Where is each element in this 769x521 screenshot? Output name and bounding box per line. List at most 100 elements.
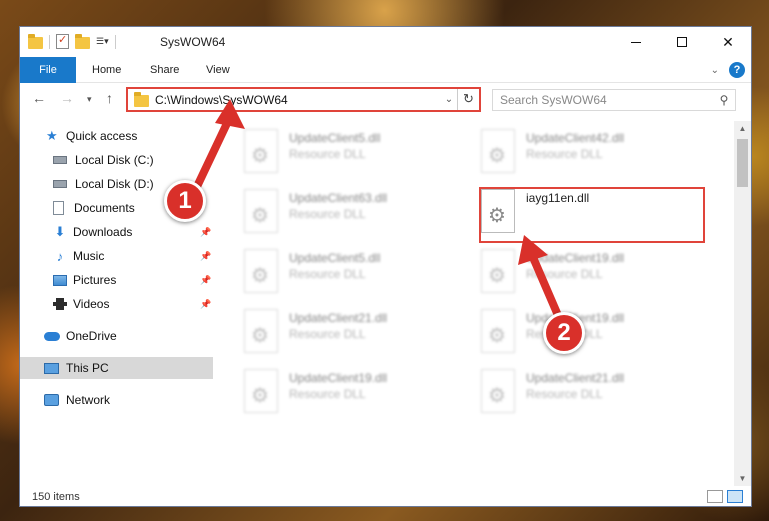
file-type: Resource DLL <box>289 207 366 221</box>
folder-icon <box>134 91 149 107</box>
cloud-icon <box>44 331 60 341</box>
file-tile[interactable]: UpdateClient5.dll Resource DLL <box>244 247 469 301</box>
quick-access-toolbar: ☰▾ <box>28 33 116 49</box>
dll-file-icon <box>244 249 278 293</box>
toolbar-divider <box>114 34 116 49</box>
sidebar-item-label: Documents <box>74 201 135 215</box>
item-count: 150 items <box>32 491 80 503</box>
tab-share[interactable]: Share <box>136 57 193 83</box>
file-type: Resource DLL <box>289 387 366 401</box>
dll-file-icon <box>481 369 515 413</box>
sidebar-item-onedrive[interactable]: OneDrive <box>20 325 213 347</box>
file-name: UpdateClient42.dll <box>526 131 625 145</box>
file-type: Resource DLL <box>289 267 366 281</box>
sidebar-item-label: Network <box>66 393 111 407</box>
dll-file-icon <box>481 129 515 173</box>
file-type: Resource DLL <box>526 387 603 401</box>
file-tile[interactable]: UpdateClient21.dll Resource DLL <box>481 367 706 421</box>
ribbon-controls: ⌄ ? <box>711 62 745 78</box>
sidebar-item-network[interactable]: Network <box>20 389 213 411</box>
recent-locations-icon[interactable]: ▾ <box>87 94 92 105</box>
sidebar-item-label: Downloads <box>73 225 133 239</box>
window-controls: ✕ <box>613 27 751 57</box>
documents-icon <box>53 201 64 215</box>
sidebar-item-downloads[interactable]: ⬇ Downloads 📌 <box>20 221 213 243</box>
videos-icon <box>53 298 67 310</box>
sidebar-item-label: Local Disk (D:) <box>75 177 154 191</box>
file-tile[interactable]: UpdateClient63.dll Resource DLL <box>244 187 469 241</box>
sidebar-item-label: This PC <box>66 361 109 375</box>
pin-icon[interactable]: 📌 <box>200 227 211 238</box>
sidebar-item-label: Music <box>73 249 105 263</box>
new-folder-icon[interactable] <box>75 33 90 49</box>
help-icon[interactable]: ? <box>729 62 745 78</box>
folder-icon[interactable] <box>28 33 43 49</box>
dll-file-icon <box>244 309 278 353</box>
step-badge-1: 1 <box>164 180 206 222</box>
sidebar-item-music[interactable]: ♪ Music 📌 <box>20 245 213 267</box>
properties-icon[interactable] <box>56 33 69 49</box>
expand-ribbon-icon[interactable]: ⌄ <box>711 65 719 76</box>
file-type: Resource DLL <box>289 147 366 161</box>
scroll-up-icon[interactable]: ▲ <box>734 124 751 133</box>
vertical-scrollbar[interactable]: ▲ ▼ <box>734 121 751 486</box>
file-type: Resource DLL <box>289 327 366 341</box>
search-placeholder: Search SysWOW64 <box>500 93 607 107</box>
toolbar-divider <box>49 34 50 49</box>
view-toggle <box>707 490 743 503</box>
file-type: Resource DLL <box>526 147 603 161</box>
status-bar: 150 items <box>20 486 751 508</box>
sidebar-item-label: OneDrive <box>66 329 117 343</box>
forward-arrow-icon[interactable]: → <box>60 90 74 106</box>
ribbon-tabs: File Home Share View ⌄ ? <box>20 57 751 83</box>
tab-view[interactable]: View <box>192 57 244 83</box>
back-arrow-icon[interactable]: ← <box>32 90 46 106</box>
file-name: UpdateClient5.dll <box>289 251 381 265</box>
file-explorer-window: ☰▾ SysWOW64 ✕ File Home Share View ⌄ ? ←… <box>19 26 752 507</box>
refresh-icon[interactable]: ↻ <box>457 89 479 110</box>
pin-icon[interactable]: 📌 <box>200 299 211 310</box>
sidebar-item-label: Quick access <box>66 129 138 143</box>
up-arrow-icon[interactable]: ↑ <box>106 90 113 106</box>
close-button[interactable]: ✕ <box>705 27 751 57</box>
computer-icon <box>44 362 59 374</box>
file-name: UpdateClient19.dll <box>289 371 388 385</box>
title-bar: ☰▾ SysWOW64 ✕ <box>20 27 751 57</box>
address-dropdown-icon[interactable]: ⌄ <box>441 94 457 105</box>
sidebar-item-this-pc[interactable]: This PC <box>20 357 213 379</box>
sidebar-item-pictures[interactable]: Pictures 📌 <box>20 269 213 291</box>
file-tile[interactable]: UpdateClient5.dll Resource DLL <box>244 127 469 181</box>
maximize-button[interactable] <box>659 27 705 57</box>
details-view-icon[interactable] <box>707 490 723 503</box>
sidebar-item-label: Pictures <box>73 273 117 287</box>
window-title: SysWOW64 <box>160 35 226 49</box>
tab-home[interactable]: Home <box>78 57 135 83</box>
scroll-down-icon[interactable]: ▼ <box>734 474 751 483</box>
file-tile[interactable]: UpdateClient19.dll Resource DLL <box>244 367 469 421</box>
file-list: UpdateClient5.dll Resource DLL UpdateClie… <box>220 121 728 483</box>
sidebar-item-label: Local Disk (C:) <box>75 153 154 167</box>
file-tile[interactable]: UpdateClient21.dll Resource DLL <box>244 307 469 361</box>
download-icon: ⬇ <box>54 224 66 239</box>
search-input[interactable]: Search SysWOW64 ⚲ <box>492 89 736 111</box>
pin-icon[interactable]: 📌 <box>200 251 211 262</box>
navigation-bar: ← → ▾ ↑ C:\Windows\SysWOW64 ⌄ ↻ Search S… <box>20 84 751 116</box>
tab-file[interactable]: File <box>20 57 76 83</box>
file-name: UpdateClient21.dll <box>526 371 625 385</box>
sidebar-item-videos[interactable]: Videos 📌 <box>20 293 213 315</box>
customize-toolbar-icon[interactable]: ☰▾ <box>96 36 109 47</box>
minimize-button[interactable] <box>613 27 659 57</box>
large-icons-view-icon[interactable] <box>727 490 743 503</box>
sidebar-item-label: Videos <box>73 297 110 311</box>
maximize-icon <box>677 37 687 47</box>
star-icon: ★ <box>46 128 58 143</box>
network-icon <box>44 394 59 406</box>
search-icon[interactable]: ⚲ <box>713 93 735 107</box>
pin-icon[interactable]: 📌 <box>200 275 211 286</box>
music-icon: ♪ <box>56 248 64 264</box>
file-tile[interactable]: UpdateClient42.dll Resource DLL <box>481 127 706 181</box>
scroll-thumb[interactable] <box>737 139 748 187</box>
disk-icon <box>53 180 67 188</box>
pictures-icon <box>53 274 67 286</box>
disk-icon <box>53 156 67 164</box>
